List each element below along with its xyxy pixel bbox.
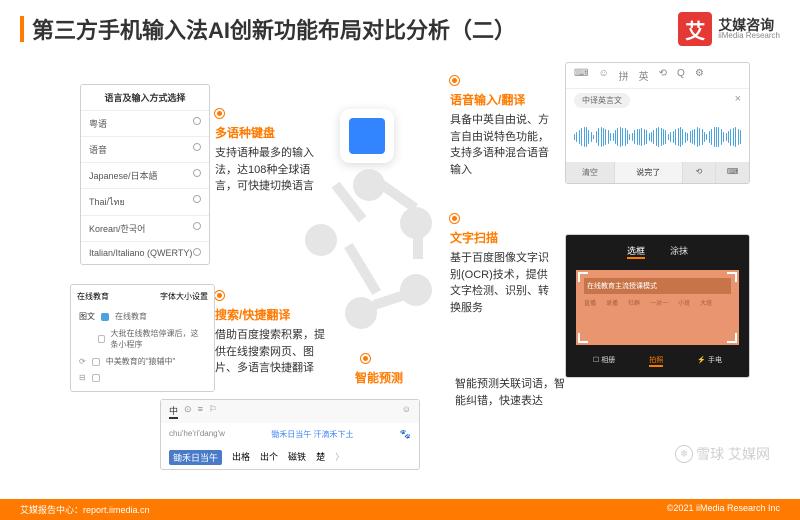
waveform bbox=[566, 112, 749, 162]
brand-logo: 艾 艾媒咨询 iiMedia Research bbox=[678, 12, 780, 46]
accent-bar bbox=[20, 16, 24, 42]
page-title: 第三方手机输入法AI创新功能布局对比分析（二） bbox=[32, 13, 516, 45]
footer: 艾媒报告中心：report.iimedia.cn©2021 iiMedia Re… bbox=[0, 499, 800, 520]
canvas: 多语种键盘支持语种最多的输入法，达108种全球语言，可快捷切换语言 搜索/快捷翻… bbox=[0, 54, 800, 494]
ocr-card: 选框涂抹 在线教育主流授课模式 直播录播社群 一对一小班大班 ☐ 相册拍照⚡ 手… bbox=[565, 234, 750, 378]
baidu-logo bbox=[340, 109, 394, 163]
prediction-card: 中⊙≡ ⚐☺ chu'he'ri'dang'w锄禾日当午 汗滴禾下土🐾 锄禾日当… bbox=[160, 399, 420, 470]
brand-icon: 艾 bbox=[678, 12, 712, 46]
feature-voice: 语音输入/翻译具备中英自由说、方言自由说特色功能，支持多语种混合语音输入 bbox=[450, 76, 550, 178]
feature-multilang: 多语种键盘支持语种最多的输入法，达108种全球语言，可快捷切换语言 bbox=[215, 109, 315, 195]
feature-search: 搜索/快捷翻译借助百度搜索积累，提供在线搜索网页、图片、多语言快捷翻译 bbox=[215, 291, 325, 377]
lang-card: 语言及输入方式选择 粤语 语音 Japanese/日本語 Thai/ไทย Ko… bbox=[80, 84, 210, 265]
voice-card: ⌨☺ 拼英 ⟲Q⚙ 中译英言文× 清空 说完了 ⟲ ⌨ bbox=[565, 62, 750, 184]
watermark: ❄雪球 艾媒网 bbox=[675, 444, 770, 464]
feature-ocr: 文字扫描基于百度图像文字识别(OCR)技术，提供文字检测、识别、转换服务 bbox=[450, 214, 550, 316]
header: 第三方手机输入法AI创新功能布局对比分析（二） 艾 艾媒咨询 iiMedia R… bbox=[0, 0, 800, 54]
search-card: 在线教育字体大小设置 图文在线教育 图文大批在线教培停课后，这条小程序 ⟳中美教… bbox=[70, 284, 215, 392]
